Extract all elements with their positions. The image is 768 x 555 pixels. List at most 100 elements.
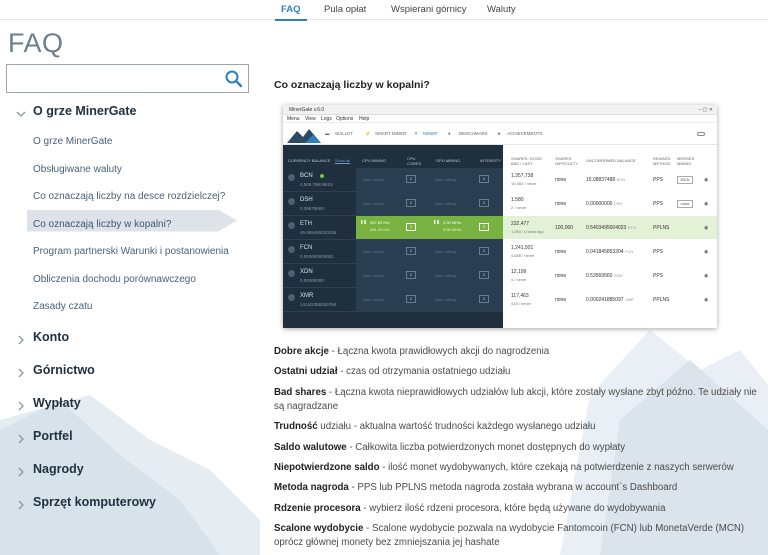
eye-icon: ◉: [704, 249, 709, 255]
sidebar-item-miner-numbers[interactable]: Co oznaczają liczby w kopalni?: [0, 209, 250, 244]
share-difficulty: none: [555, 297, 567, 303]
definition-term: Dobre akcje: [274, 346, 329, 357]
chevron-right-icon: [18, 434, 24, 443]
coin-symbol: BCN: [300, 173, 313, 179]
coin-balance: 14.542356345760: [300, 302, 337, 307]
gpu-hashrate: 2.93 MH/s: [443, 220, 462, 225]
intensity-select: 4: [479, 175, 489, 183]
coin-icon: [288, 270, 295, 277]
sidebar-item-about[interactable]: O grze MinerGate: [0, 133, 250, 161]
cpu-cell: ❚❚ 457.52 H/s 431.20 H/s 1: [356, 216, 429, 239]
share-difficulty: 100,000: [555, 225, 574, 231]
cpu-cell: Start mining 1: [356, 288, 429, 311]
sidebar-item-affiliate-terms[interactable]: Program partnerski Warunki i postanowien…: [0, 243, 250, 271]
sidebar-item-chat-rules[interactable]: Zasady czatu: [0, 298, 250, 326]
definitions-list: Dobre akcje - Łączna kwota prawidłowych …: [274, 345, 764, 555]
cpu-hashrate: 457.52 H/s: [370, 220, 390, 225]
tab-currencies[interactable]: Waluty: [487, 4, 516, 15]
header-show-all: Show all: [335, 158, 351, 163]
coin-balance: 0.29678693: [300, 206, 324, 211]
unconfirmed-balance: 0.53569560 XDN: [586, 273, 623, 279]
reward-method: PPS: [653, 249, 664, 255]
app-menu-item: Help: [359, 116, 370, 122]
cpu-cell: Start mining 1: [356, 240, 429, 263]
tab-faq[interactable]: FAQ: [275, 4, 306, 21]
sidebar-item-label: Co oznaczają liczby w kopalni?: [33, 218, 172, 230]
sidebar-section-hardware[interactable]: Sprzęt komputerowy: [0, 491, 250, 524]
coin-icon: [288, 198, 295, 205]
start-mining-label: Start mining: [435, 273, 457, 278]
definition-item: Metoda nagroda - PPS lub PPLNS metoda na…: [274, 481, 764, 495]
share-difficulty: none: [555, 273, 567, 279]
definition-item: Niepotwierdzone saldo - ilość monet wydo…: [274, 461, 764, 475]
sidebar-section-label: Wypłaty: [33, 395, 81, 410]
share-difficulty: none: [555, 201, 567, 207]
definition-text: - wybierz ilość rdzeni procesora, które …: [360, 502, 666, 514]
sidebar-section-wallet[interactable]: Portfel: [0, 425, 250, 458]
sidebar-section-about[interactable]: O grze MinerGate: [0, 100, 250, 133]
app-menubar: Menu View Logs Options Help: [283, 115, 717, 123]
eye-icon: ◉: [704, 225, 709, 231]
coin-balance: 0.00000000: [300, 278, 324, 283]
start-mining-label: Start mining: [435, 201, 457, 206]
search-box: [6, 64, 249, 93]
start-mining-label: Start mining: [435, 177, 457, 182]
app-menu-item: View: [305, 116, 316, 122]
chevron-right-icon: [18, 500, 24, 509]
app-menu-item: Logs: [321, 116, 332, 122]
miner-row-dsh: DSH 0.29678693 Start mining 1 Start minin…: [283, 192, 717, 216]
definition-text: - Łączna kwota prawidłowych akcji do nag…: [328, 346, 550, 357]
unconfirmed-balance: 0.000241885097 XMR: [586, 297, 634, 303]
header-gpu: GPU MINING: [436, 158, 461, 163]
pickaxe-icon: ✕: [414, 131, 418, 136]
cpu-cell: Start mining 1: [356, 192, 429, 215]
star-icon: ★: [497, 131, 502, 136]
gpu-cell: ❚❚ 2.93 MH/s 5.56 MH/s 2: [429, 216, 503, 239]
share-difficulty: none: [555, 249, 567, 255]
sidebar-section-payouts[interactable]: Wypłaty: [0, 392, 250, 425]
header-intensity: INTENSITY: [480, 158, 501, 163]
sidebar-item-supported-currencies[interactable]: Obsługiwane waluty: [0, 161, 250, 189]
unconfirmed-balance: 15.08837488 BCN: [586, 177, 626, 183]
intensity-select: 2: [479, 223, 489, 231]
sidebar-item-income-calc[interactable]: Obliczenia dochodu porównawczego: [0, 271, 250, 299]
coin-symbol: XDN: [300, 269, 313, 275]
sidebar-item-label: Co oznaczają liczby na desce rozdzielcze…: [33, 191, 226, 202]
app-toolbar-miner: MINER: [423, 131, 438, 136]
gpu-cell: Start mining 2: [429, 264, 503, 287]
start-mining-label: Start mining: [362, 249, 384, 254]
search-icon[interactable]: [224, 69, 244, 89]
wallet-icon: ▬: [325, 131, 330, 136]
gpu-hashrate-avg: 5.56 MH/s: [443, 227, 462, 232]
definition-term: Trudność: [274, 421, 318, 433]
sidebar-section-label: O grze MinerGate: [33, 104, 137, 118]
definition-text: - ilość monet wydobywanych, które czekaj…: [379, 461, 734, 473]
tab-fee-pool[interactable]: Pula opłat: [324, 4, 366, 15]
cpu-hashrate-avg: 431.20 H/s: [370, 227, 390, 232]
chevron-right-icon: [18, 368, 24, 377]
reward-method: PPS: [653, 201, 664, 207]
shares-bad-last: 4 / never: [511, 277, 527, 282]
reward-method: PPS: [653, 177, 664, 183]
start-mining-label: Start mining: [435, 297, 457, 302]
sidebar-section-account[interactable]: Konto: [0, 326, 250, 359]
shares-good: 12,199: [511, 269, 527, 275]
coin-symbol: XMR: [300, 293, 314, 299]
reward-method: PPS: [653, 273, 664, 279]
sidebar-section-rewards[interactable]: Nagrody: [0, 458, 250, 491]
shares-good: 1,241,501: [511, 245, 534, 251]
definition-term: Bad shares: [274, 386, 327, 398]
share-difficulty: none: [555, 177, 567, 183]
eye-icon: ◉: [704, 201, 709, 207]
reward-method: PPLNS: [653, 297, 670, 303]
definition-term: Rdzenie procesora: [274, 502, 361, 514]
tab-supported-miners[interactable]: Wspierani górnicy: [391, 4, 467, 15]
window-controls-icon: – ▢ ✕: [698, 107, 713, 113]
sidebar-section-mining[interactable]: Górnictwo: [0, 359, 250, 392]
definition-item: Saldo walutowe - Całkowita liczba potwie…: [274, 441, 764, 455]
start-mining-label: Start mining: [362, 297, 384, 302]
coin-balance: 4,506.76819615: [300, 182, 333, 187]
lightning-icon: ⚡: [365, 131, 371, 136]
search-input[interactable]: [7, 65, 217, 92]
coin-icon: [288, 294, 295, 301]
